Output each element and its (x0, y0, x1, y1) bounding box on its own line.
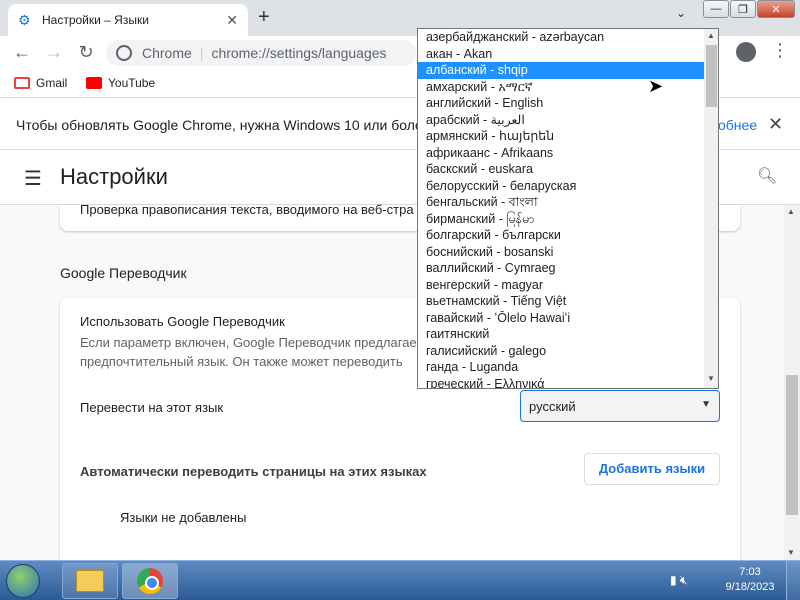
add-languages-button[interactable]: Добавить языки (584, 453, 720, 485)
section-title: Google Переводчик (60, 265, 187, 281)
tab-title: Настройки – Языки (42, 13, 149, 27)
start-button[interactable] (6, 564, 40, 598)
dropdown-option[interactable]: акан - Akan (418, 46, 704, 63)
translate-to-label: Перевести на этот язык (80, 400, 224, 415)
auto-translate-label: Автоматически переводить страницы на эти… (80, 464, 427, 479)
gear-icon: ⚙ (18, 11, 31, 28)
bookmark-gmail[interactable]: Gmail (14, 76, 67, 90)
tab-settings-languages[interactable]: ⚙ Настройки – Языки ✕ (8, 4, 248, 36)
dropdown-option[interactable]: баскский - euskara (418, 161, 704, 178)
dropdown-option[interactable]: греческий - Ελληνικά (418, 376, 704, 389)
dropdown-option[interactable]: вьетнамский - Tiếng Việt (418, 293, 704, 310)
maximize-button[interactable]: ❐ (730, 0, 756, 18)
clock-time: 7:03 (739, 566, 761, 578)
dropdown-option[interactable]: галисийский - galego (418, 343, 704, 360)
separator: | (199, 45, 204, 61)
dropdown-option[interactable]: гаитянский (418, 326, 704, 343)
bookmark-youtube[interactable]: YouTube (86, 76, 155, 90)
scroll-thumb[interactable] (786, 375, 798, 515)
dropdown-option[interactable]: боснийский - bosanski (418, 244, 704, 261)
gmail-icon (14, 77, 30, 89)
use-translate-title: Использовать Google Переводчик (80, 314, 285, 329)
youtube-icon (86, 77, 102, 89)
site-label: Chrome (142, 45, 192, 61)
select-value: русский (529, 399, 576, 414)
dropdown-option[interactable]: английский - English (418, 95, 704, 112)
tray-icons[interactable]: ▮ 🔇︎ (670, 573, 688, 588)
menu-icon[interactable]: ⋮ (771, 40, 789, 61)
show-desktop-button[interactable] (786, 561, 800, 600)
dropdown-option[interactable]: венгерский - magyar (418, 277, 704, 294)
dropdown-option[interactable]: арабский - العربية (418, 112, 704, 129)
bookmark-label: Gmail (36, 76, 68, 90)
forward-button[interactable]: → (42, 42, 66, 63)
close-window-button[interactable]: ✕ (757, 0, 795, 18)
bookmark-label: YouTube (108, 76, 156, 90)
dropdown-option[interactable]: ганда - Luganda (418, 359, 704, 376)
scroll-thumb[interactable] (706, 45, 717, 107)
address-bar[interactable]: Chrome | chrome://settings/languages (106, 40, 416, 66)
new-tab-button[interactable]: + (258, 6, 270, 29)
taskbar-chrome[interactable] (122, 563, 178, 599)
dropdown-arrow-icon: ▼ (701, 399, 711, 410)
url-text: chrome://settings/languages (211, 45, 387, 61)
spellcheck-text: Проверка правописания текста, вводимого … (80, 202, 414, 217)
dropdown-option[interactable]: армянский - հայերեն (418, 128, 704, 145)
dropdown-option[interactable]: болгарский - български (418, 227, 704, 244)
page-scrollbar[interactable]: ▲ ▼ (784, 205, 800, 560)
taskbar-explorer[interactable] (62, 563, 118, 599)
dropdown-option[interactable]: азербайджанский - azərbaycan (418, 29, 704, 46)
dropdown-scrollbar[interactable]: ▲ ▼ (704, 29, 718, 388)
chrome-icon (137, 568, 163, 594)
dropdown-option[interactable]: африкаанс - Afrikaans (418, 145, 704, 162)
dropdown-option[interactable]: валлийский - Cymraeg (418, 260, 704, 277)
dropdown-option[interactable]: бенгальский - বাংলা (418, 194, 704, 211)
scroll-down-icon[interactable]: ▼ (707, 374, 715, 383)
mouse-cursor-icon: ➤ (648, 76, 664, 96)
chrome-site-icon (116, 45, 132, 61)
infobar-message: Чтобы обновлять Google Chrome, нужна Win… (16, 117, 450, 133)
no-languages-text: Языки не добавлены (120, 510, 247, 525)
profile-avatar[interactable] (736, 42, 756, 62)
search-icon[interactable]: 🔍︎ (757, 166, 777, 186)
clock-date: 9/18/2023 (725, 581, 775, 593)
clock[interactable]: 7:03 9/18/2023 (720, 565, 780, 595)
use-translate-desc: Если параметр включен, Google Переводчик… (80, 335, 417, 369)
dropdown-option[interactable]: белорусский - беларуская (418, 178, 704, 195)
dropdown-option[interactable]: гавайский - ʻŌlelo Hawaiʻi (418, 310, 704, 327)
infobar-close-icon[interactable]: ✕ (768, 114, 783, 135)
tab-search-chevron-icon[interactable]: ⌄ (676, 6, 686, 20)
language-dropdown-list: азербайджанский - azərbaycan акан - Akan а… (417, 28, 719, 389)
infobar-more-link[interactable]: обнее (718, 117, 757, 133)
scroll-up-icon[interactable]: ▲ (787, 207, 795, 216)
reload-button[interactable]: ↻ (74, 42, 98, 63)
minimize-button[interactable]: — (703, 0, 729, 18)
dropdown-option[interactable]: бирманский - မြန်မာ (418, 211, 704, 228)
back-button[interactable]: ← (10, 42, 34, 63)
scroll-down-icon[interactable]: ▼ (787, 548, 795, 557)
taskbar: ▮ 🔇︎ 7:03 9/18/2023 (0, 560, 800, 600)
page-title: Настройки (60, 164, 168, 189)
folder-icon (76, 570, 104, 592)
tab-close-icon[interactable]: ✕ (226, 12, 238, 29)
translate-language-select[interactable]: русский ▼ (520, 390, 720, 422)
hamburger-menu-icon[interactable]: ☰ (24, 166, 42, 191)
scroll-up-icon[interactable]: ▲ (707, 31, 715, 40)
